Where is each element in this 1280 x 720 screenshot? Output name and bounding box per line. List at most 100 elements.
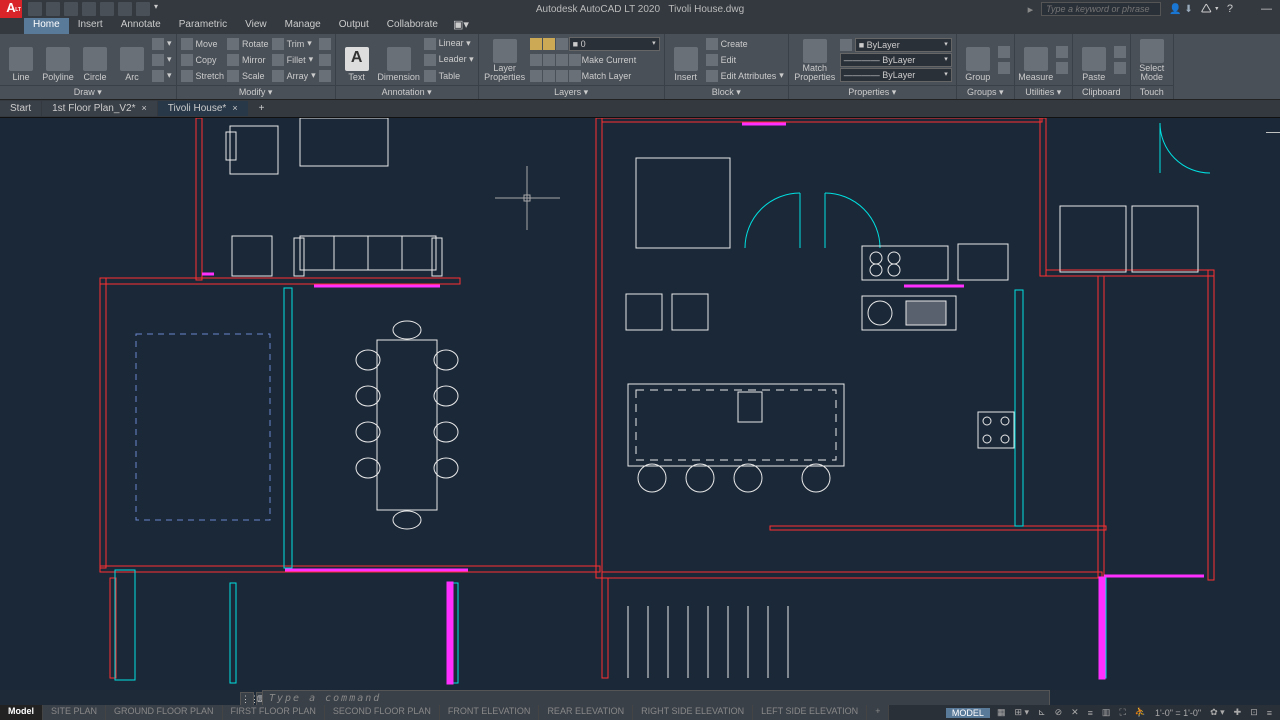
edit-attributes-button[interactable]: Edit Attributes▾ [706, 68, 784, 83]
group-edit-icon[interactable] [998, 62, 1010, 74]
layout-tab[interactable]: SECOND FLOOR PLAN [325, 705, 440, 720]
layer-off-icon[interactable] [543, 54, 555, 66]
transparency-icon[interactable]: ▥ [1100, 707, 1113, 718]
offset-icon[interactable] [319, 54, 331, 66]
tab-manage[interactable]: Manage [276, 18, 330, 34]
snap-icon[interactable]: ⊞ ▾ [1012, 707, 1031, 718]
help-dropdown-icon[interactable]: 🛆 ▾ [1201, 0, 1219, 19]
qat-open-icon[interactable] [46, 2, 60, 16]
layout-add-button[interactable]: + [867, 705, 889, 720]
qat-undo-icon[interactable] [118, 2, 132, 16]
qat-saveas-icon[interactable] [82, 2, 96, 16]
new-tab-button[interactable]: + [249, 101, 275, 116]
copy-clip-icon[interactable] [1114, 62, 1126, 74]
layout-tab-model[interactable]: Model [0, 705, 43, 720]
fillet-button[interactable]: Fillet▾ [272, 52, 316, 67]
layer-state-icon[interactable] [530, 70, 542, 82]
layer-sun-icon[interactable] [530, 38, 542, 50]
tab-annotate[interactable]: Annotate [112, 18, 170, 34]
layout-tab[interactable]: FIRST FLOOR PLAN [223, 705, 325, 720]
edit-block-button[interactable]: Edit [706, 52, 784, 67]
lineweight-selector[interactable]: ———— ByLayer [840, 53, 952, 67]
panel-title-modify[interactable]: Modify ▾ [177, 85, 335, 99]
tab-collaborate[interactable]: Collaborate [378, 18, 447, 34]
minimize-icon[interactable]: — [1261, 3, 1272, 15]
trim-button[interactable]: Trim▾ [272, 36, 316, 51]
select-mode-button[interactable]: Select Mode [1135, 36, 1169, 83]
layer-match-icon[interactable] [569, 54, 581, 66]
search-input[interactable] [1041, 2, 1161, 16]
layout-tab[interactable]: REAR ELEVATION [539, 705, 633, 720]
layout-tab[interactable]: LEFT SIDE ELEVATION [753, 705, 867, 720]
layer-iso-icon[interactable] [530, 54, 542, 66]
tab-insert[interactable]: Insert [69, 18, 112, 34]
layer-on-icon[interactable] [556, 54, 568, 66]
ungroup-icon[interactable] [998, 46, 1010, 58]
color-icon[interactable] [840, 39, 852, 51]
util-icon[interactable] [1056, 46, 1068, 58]
signin-button[interactable]: 👤 ⬇ [1169, 4, 1193, 15]
explode-icon[interactable] [319, 38, 331, 50]
panel-title-groups[interactable]: Groups ▾ [957, 85, 1014, 99]
region-icon[interactable] [152, 70, 164, 82]
layer-merge-icon[interactable] [569, 70, 581, 82]
grid-icon[interactable]: ▦ [995, 707, 1008, 718]
help-icon[interactable]: ? [1227, 3, 1233, 15]
rotate-button[interactable]: Rotate [227, 36, 269, 51]
leader-button[interactable]: Leader ▾ [424, 52, 474, 67]
measure-button[interactable]: Measure [1019, 36, 1053, 83]
tab-view[interactable]: View [236, 18, 276, 34]
anno-icon[interactable]: ⛶ [1117, 707, 1127, 718]
qat-new-icon[interactable] [28, 2, 42, 16]
mirror-button[interactable]: Mirror [227, 52, 269, 67]
move-button[interactable]: Move [181, 36, 225, 51]
qat-save-icon[interactable] [64, 2, 78, 16]
panel-title-annotation[interactable]: Annotation ▾ [336, 85, 478, 99]
linear-button[interactable]: Linear ▾ [424, 36, 474, 51]
tab-parametric[interactable]: Parametric [170, 18, 236, 34]
doc-tab-file1[interactable]: 1st Floor Plan_V2*× [42, 101, 157, 116]
match-layer-button[interactable]: Match Layer [582, 71, 632, 81]
ortho-icon[interactable]: ⊾ [1036, 707, 1048, 718]
table-button[interactable]: Table [424, 68, 474, 83]
panel-title-properties[interactable]: Properties ▾ [789, 85, 956, 99]
layer-walk-icon[interactable] [543, 70, 555, 82]
hatch-icon[interactable] [152, 54, 164, 66]
layer-freeze-icon[interactable] [543, 38, 555, 50]
calc-icon[interactable] [1056, 62, 1068, 74]
qat-plot-icon[interactable] [100, 2, 114, 16]
doc-tab-file2[interactable]: Tivoli House*× [158, 101, 248, 116]
layer-selector[interactable]: ■ 0 [569, 37, 660, 51]
panel-title-draw[interactable]: Draw ▾ [0, 85, 176, 99]
qat-redo-icon[interactable] [136, 2, 150, 16]
scale-readout[interactable]: 1'-0" = 1'-0" [1153, 708, 1203, 718]
copy-button[interactable]: Copy [181, 52, 225, 67]
circle-button[interactable]: Circle [78, 36, 112, 83]
gear-icon[interactable]: ✿ ▾ [1208, 707, 1227, 718]
insert-button[interactable]: Insert [669, 36, 703, 83]
layout-tab[interactable]: RIGHT SIDE ELEVATION [633, 705, 753, 720]
menu-icon[interactable]: ≡ [1265, 708, 1274, 718]
paste-button[interactable]: Paste [1077, 36, 1111, 83]
polyline-button[interactable]: Polyline [41, 36, 75, 83]
array-button[interactable]: Array▾ [272, 68, 316, 83]
polar-icon[interactable]: ⊘ [1053, 707, 1065, 718]
layout-tab[interactable]: GROUND FLOOR PLAN [106, 705, 223, 720]
make-current-button[interactable]: Make Current [582, 55, 637, 65]
panel-title-utilities[interactable]: Utilities ▾ [1015, 85, 1072, 99]
create-block-button[interactable]: Create [706, 36, 784, 51]
scale-button[interactable]: Scale [227, 68, 269, 83]
osnap-icon[interactable]: ✕ [1069, 707, 1081, 718]
tab-overflow-icon[interactable]: ▣▾ [453, 18, 469, 34]
layout-tab[interactable]: FRONT ELEVATION [440, 705, 540, 720]
cut-icon[interactable] [1114, 46, 1126, 58]
doc-tab-start[interactable]: Start [0, 101, 41, 116]
qat-dropdown-icon[interactable]: ▾ [154, 2, 158, 16]
layout-tab[interactable]: SITE PLAN [43, 705, 106, 720]
arc-button[interactable]: Arc [115, 36, 149, 83]
person-icon[interactable]: ⛹ [1133, 707, 1148, 718]
layer-lock-icon[interactable] [556, 38, 568, 50]
close-icon[interactable]: × [232, 103, 237, 113]
close-icon[interactable]: × [142, 103, 147, 113]
units-icon[interactable]: ✚ [1232, 707, 1244, 718]
